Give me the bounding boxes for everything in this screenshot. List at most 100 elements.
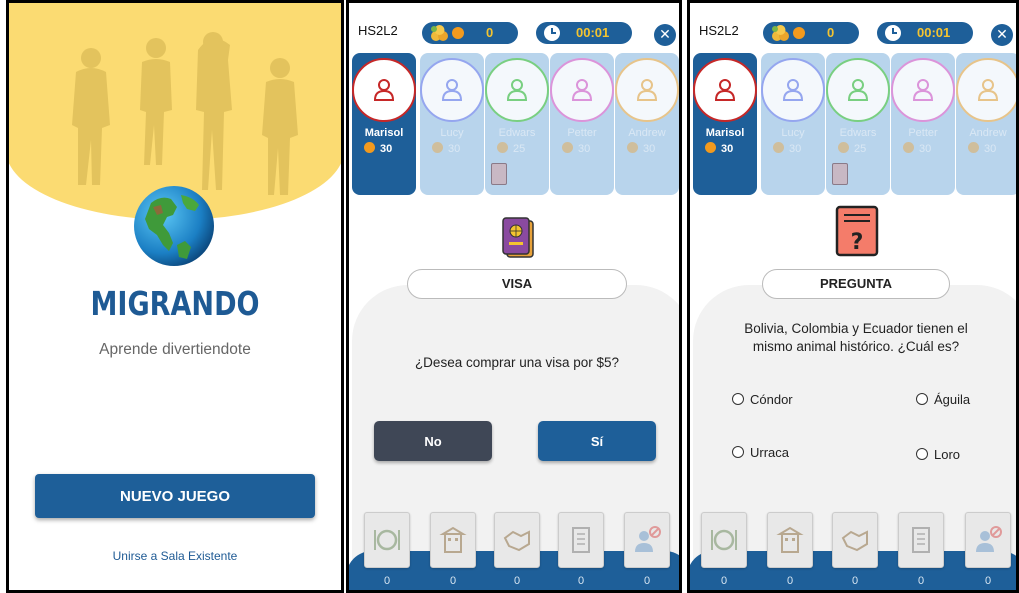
- player-coins: 30: [364, 142, 392, 155]
- inventory-slot[interactable]: [898, 512, 944, 568]
- slot-count: 0: [513, 575, 521, 587]
- slot-count: 0: [383, 575, 391, 587]
- card-label: VISA: [407, 269, 627, 299]
- player-coin-value: 30: [448, 143, 461, 155]
- player-coin-value: 30: [984, 143, 997, 155]
- avatar: [550, 58, 614, 122]
- avatar: [693, 58, 757, 122]
- building-icon: [776, 526, 804, 553]
- inventory-slot[interactable]: [767, 512, 813, 568]
- app-title: MIGRANDO: [90, 284, 260, 323]
- coin-icon: [968, 142, 979, 153]
- player-card: Marisol 30: [693, 53, 757, 195]
- inventory-slot[interactable]: [701, 512, 747, 568]
- user-icon: [847, 79, 869, 101]
- slot-count: 0: [786, 575, 794, 587]
- passport-icon: [491, 163, 507, 185]
- coin-counter: 0: [763, 22, 859, 44]
- radio-button[interactable]: [732, 446, 744, 458]
- answer-label: Loro: [934, 447, 961, 462]
- user-icon: [506, 79, 528, 101]
- player-name: Marisol: [705, 127, 745, 139]
- coin-icon: [497, 142, 508, 153]
- timer-value: 00:01: [917, 25, 951, 40]
- globe-icon: [134, 186, 214, 266]
- player-card: Andrew 30: [615, 53, 679, 195]
- player-card: Lucy 30: [420, 53, 484, 195]
- radio-button[interactable]: [916, 448, 928, 460]
- answer-option[interactable]: Loro: [916, 447, 960, 462]
- player-name: Petter: [567, 127, 597, 139]
- player-coins: 30: [562, 142, 590, 155]
- inventory-slot[interactable]: [430, 512, 476, 568]
- player-coins: 30: [903, 142, 931, 155]
- avatar: [826, 58, 890, 122]
- restricted-person-icon: [976, 526, 1002, 552]
- question-line-1: Bolivia, Colombia y Ecuador tienen el: [744, 321, 968, 336]
- player-name: Marisol: [364, 127, 404, 139]
- room-code: HS2L2: [699, 23, 739, 38]
- timer-value: 00:01: [576, 25, 610, 40]
- player-coins: 30: [432, 142, 460, 155]
- svg-text:?: ?: [851, 230, 864, 255]
- coin-heap-icon: [430, 24, 450, 46]
- player-name: Petter: [908, 127, 938, 139]
- avatar: [485, 58, 549, 122]
- restricted-person-icon: [635, 526, 661, 552]
- avatar: [352, 58, 416, 122]
- close-icon[interactable]: ✕: [991, 24, 1013, 46]
- food-icon: [711, 529, 737, 551]
- player-name: Lucy: [781, 127, 805, 139]
- question-card-icon: ?: [835, 205, 879, 257]
- inventory-slot[interactable]: [494, 512, 540, 568]
- room-code: HS2L2: [358, 23, 398, 38]
- app-subtitle: Aprende divertiendote: [99, 341, 251, 358]
- coin-icon: [838, 142, 849, 153]
- user-icon: [714, 79, 736, 101]
- radio-button[interactable]: [916, 393, 928, 405]
- radio-button[interactable]: [732, 393, 744, 405]
- player-coins: 30: [773, 142, 801, 155]
- question-line-2: mismo animal histórico. ¿Cuál es?: [752, 339, 960, 354]
- join-room-link[interactable]: Unirse a Sala Existente: [9, 549, 341, 563]
- answer-label: Águila: [934, 392, 971, 407]
- answer-label: Urraca: [750, 445, 790, 460]
- no-button[interactable]: No: [374, 421, 492, 461]
- inventory-slot[interactable]: [832, 512, 878, 568]
- answer-option[interactable]: Águila: [916, 392, 970, 407]
- players-row: Marisol 30 Lucy 30 Edwars 25 Petter 30 A…: [693, 53, 1016, 195]
- player-coin-value: 25: [854, 143, 867, 155]
- answer-label: Cóndor: [750, 392, 793, 407]
- player-coin-value: 30: [721, 143, 734, 155]
- office-icon: [572, 527, 590, 553]
- coin-counter: 0: [422, 22, 518, 44]
- yes-button[interactable]: Sí: [538, 421, 656, 461]
- avatar: [761, 58, 825, 122]
- visa-screen: HS2L2 0 00:01 ✕ Marisol 30 Lucy 30 Edwar…: [346, 0, 682, 593]
- coin-icon: [452, 27, 464, 39]
- player-card: Edwars 25: [485, 53, 549, 195]
- inventory-slot[interactable]: [364, 512, 410, 568]
- clock-icon: [885, 25, 901, 41]
- inventory-slot[interactable]: [624, 512, 670, 568]
- slot-count: 0: [720, 575, 728, 587]
- player-coin-value: 30: [643, 143, 656, 155]
- home-screen: MIGRANDO Aprende divertiendote NUEVO JUE…: [6, 0, 344, 593]
- answer-option[interactable]: Urraca: [732, 445, 789, 460]
- food-icon: [374, 529, 400, 551]
- slot-count: 0: [449, 575, 457, 587]
- inventory-slot[interactable]: [558, 512, 604, 568]
- player-coin-value: 30: [380, 143, 393, 155]
- inventory-slot[interactable]: [965, 512, 1011, 568]
- player-coin-value: 30: [919, 143, 932, 155]
- user-icon: [782, 79, 804, 101]
- player-card: Petter 30: [550, 53, 614, 195]
- slot-count: 0: [917, 575, 925, 587]
- player-coins: 25: [497, 142, 525, 155]
- close-icon[interactable]: ✕: [654, 24, 676, 46]
- user-icon: [373, 79, 395, 101]
- answer-option[interactable]: Cóndor: [732, 392, 793, 407]
- player-name: Edwars: [839, 127, 877, 139]
- new-game-button[interactable]: NUEVO JUEGO: [35, 474, 315, 518]
- user-icon: [571, 79, 593, 101]
